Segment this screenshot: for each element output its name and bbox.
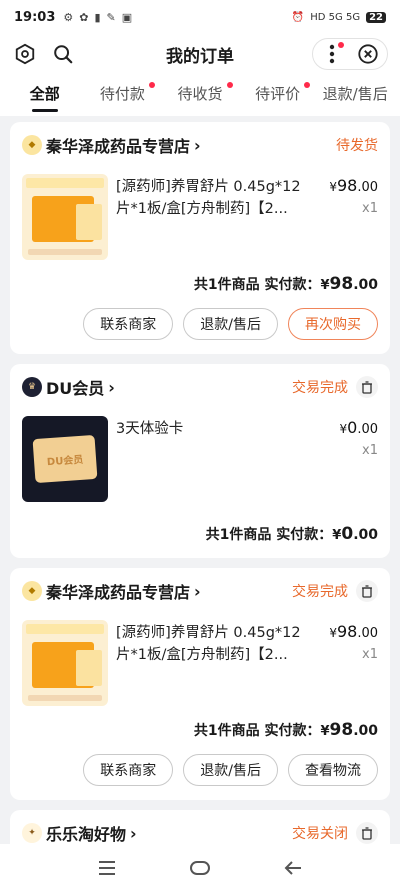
- more-menu-badge: [338, 42, 344, 48]
- tab-badge: [226, 82, 233, 88]
- status-right: ⏰ HD 5G 5G 22: [291, 11, 386, 23]
- tab-label: 全部: [29, 85, 60, 103]
- refund-button[interactable]: 退款/售后: [183, 308, 278, 340]
- menu-icon[interactable]: [87, 853, 127, 883]
- contact-seller-button[interactable]: 联系商家: [83, 308, 174, 340]
- price-column: ¥0.00 x1: [314, 418, 378, 502]
- price-column: ¥98.00 x1: [314, 622, 378, 706]
- shop-logo: ♛: [22, 377, 42, 397]
- notification-icons: ⚙ ✿ ▮ ✎ ▣: [63, 11, 132, 24]
- buy-again-button[interactable]: 再次购买: [288, 308, 378, 340]
- shop-logo: ◆: [22, 135, 42, 155]
- order-status: 交易关闭: [292, 826, 348, 842]
- order-item[interactable]: [源药师]养胃舒片 0.45g*12片*1板/盒[方舟制药]【2... ¥98.…: [22, 174, 378, 260]
- notif-icon-2: ✿: [79, 10, 89, 24]
- item-quantity: x1: [362, 647, 378, 662]
- notif-icon-4: ✎: [106, 10, 116, 24]
- status-bar: 19:03 ⚙ ✿ ▮ ✎ ▣ ⏰ HD 5G 5G 22: [0, 0, 400, 34]
- tab-pending-payment[interactable]: 待付款: [84, 74, 162, 116]
- chevron-right-icon: ›: [194, 135, 201, 155]
- tab-all[interactable]: 全部: [6, 74, 84, 116]
- shop-name: 乐乐淘好物: [46, 825, 127, 844]
- product-title: [源药师]养胃舒片 0.45g*12片*1板/盒[方舟制药]【2...: [116, 625, 301, 663]
- order-actions: 联系商家 退款/售后 再次购买: [22, 308, 378, 340]
- tab-label: 待评价: [255, 85, 301, 103]
- tab-pending-receipt[interactable]: 待收货: [161, 74, 239, 116]
- status-time: 19:03: [14, 9, 56, 25]
- notif-icon-5: ▣: [121, 10, 133, 24]
- shop-name: 秦华泽成药品专营店: [46, 583, 191, 602]
- back-arrow-icon[interactable]: [273, 853, 313, 883]
- order-tabs: 全部 待付款 待收货 待评价 退款/售后: [0, 74, 400, 116]
- shop-logo: ✦: [22, 823, 42, 843]
- shop-name: 秦华泽成药品专营店: [46, 137, 191, 156]
- shop-row[interactable]: ♛ DU会员 › 交易完成: [22, 376, 378, 398]
- price-column: ¥98.00 x1: [314, 176, 378, 260]
- tab-refund-aftersales[interactable]: 退款/售后: [316, 74, 394, 116]
- order-card[interactable]: ◆ 秦华泽成药品专营店 › 待发货 [源药师]养胃舒片 0.45g*12片*1板…: [10, 122, 390, 354]
- settings-icon[interactable]: [12, 41, 38, 67]
- order-card[interactable]: ♛ DU会员 › 交易完成 DU会员 3天体验卡 ¥0.00 x1 共1件商品 …: [10, 364, 390, 558]
- shop-row[interactable]: ◆ 秦华泽成药品专营店 › 交易完成: [22, 580, 378, 602]
- order-actions: 联系商家 退款/售后 查看物流: [22, 754, 378, 786]
- view-logistics-button[interactable]: 查看物流: [288, 754, 378, 786]
- item-quantity: x1: [362, 201, 378, 216]
- network-label: HD 5G 5G: [310, 11, 361, 23]
- order-status: 待发货: [336, 138, 378, 154]
- chevron-right-icon: ›: [108, 377, 115, 397]
- home-icon[interactable]: [180, 853, 220, 883]
- order-item[interactable]: [源药师]养胃舒片 0.45g*12片*1板/盒[方舟制药]【2... ¥98.…: [22, 620, 378, 706]
- product-image: [22, 620, 108, 706]
- order-total: 共1件商品 实付款：¥98.00: [193, 274, 378, 294]
- item-price: ¥98.00: [329, 622, 378, 641]
- order-status: 交易完成: [292, 584, 348, 600]
- item-price: ¥0.00: [339, 418, 378, 437]
- system-nav-bar: [0, 844, 400, 892]
- alarm-icon: ⏰: [291, 11, 305, 23]
- battery-level: 22: [366, 11, 386, 23]
- chevron-right-icon: ›: [130, 823, 137, 843]
- close-icon[interactable]: [355, 41, 381, 67]
- order-item[interactable]: DU会员 3天体验卡 ¥0.00 x1: [22, 416, 378, 502]
- app-header: 我的订单: [0, 34, 400, 74]
- item-price: ¥98.00: [329, 176, 378, 195]
- shop-name: DU会员: [46, 379, 105, 398]
- refund-button[interactable]: 退款/售后: [183, 754, 278, 786]
- notif-icon-1: ⚙: [63, 10, 74, 24]
- order-total: 共1件商品 实付款：¥0.00: [205, 524, 378, 544]
- product-title: 3天体验卡: [116, 421, 184, 437]
- tab-pending-review[interactable]: 待评价: [239, 74, 317, 116]
- product-image: [22, 174, 108, 260]
- product-title: [源药师]养胃舒片 0.45g*12片*1板/盒[方舟制药]【2...: [116, 179, 301, 217]
- tab-badge: [304, 82, 311, 88]
- tab-badge: [149, 82, 156, 88]
- more-menu-button[interactable]: [319, 41, 345, 67]
- order-total: 共1件商品 实付款：¥98.00: [193, 720, 378, 740]
- tab-label: 待收货: [177, 85, 223, 103]
- shop-row[interactable]: ◆ 秦华泽成药品专营店 › 待发货: [22, 134, 378, 156]
- delete-icon[interactable]: [356, 376, 378, 398]
- order-status: 交易完成: [292, 380, 348, 396]
- shop-logo: ◆: [22, 581, 42, 601]
- chevron-right-icon: ›: [194, 581, 201, 601]
- tab-label: 退款/售后: [322, 85, 388, 103]
- tab-label: 待付款: [99, 85, 145, 103]
- shop-row[interactable]: ✦ 乐乐淘好物 › 交易关闭: [22, 822, 378, 844]
- search-icon[interactable]: [50, 41, 76, 67]
- item-quantity: x1: [362, 443, 378, 458]
- delete-icon[interactable]: [356, 822, 378, 844]
- delete-icon[interactable]: [356, 580, 378, 602]
- notif-icon-3: ▮: [94, 10, 101, 24]
- product-image: DU会员: [22, 416, 108, 502]
- order-list: ◆ 秦华泽成药品专营店 › 待发货 [源药师]养胃舒片 0.45g*12片*1板…: [0, 116, 400, 870]
- order-card[interactable]: ◆ 秦华泽成药品专营店 › 交易完成 [源药师]养胃舒片 0.45g*12片*1…: [10, 568, 390, 800]
- mini-program-capsule: [312, 38, 388, 70]
- membership-card-image: DU会员: [32, 434, 98, 484]
- contact-seller-button[interactable]: 联系商家: [83, 754, 174, 786]
